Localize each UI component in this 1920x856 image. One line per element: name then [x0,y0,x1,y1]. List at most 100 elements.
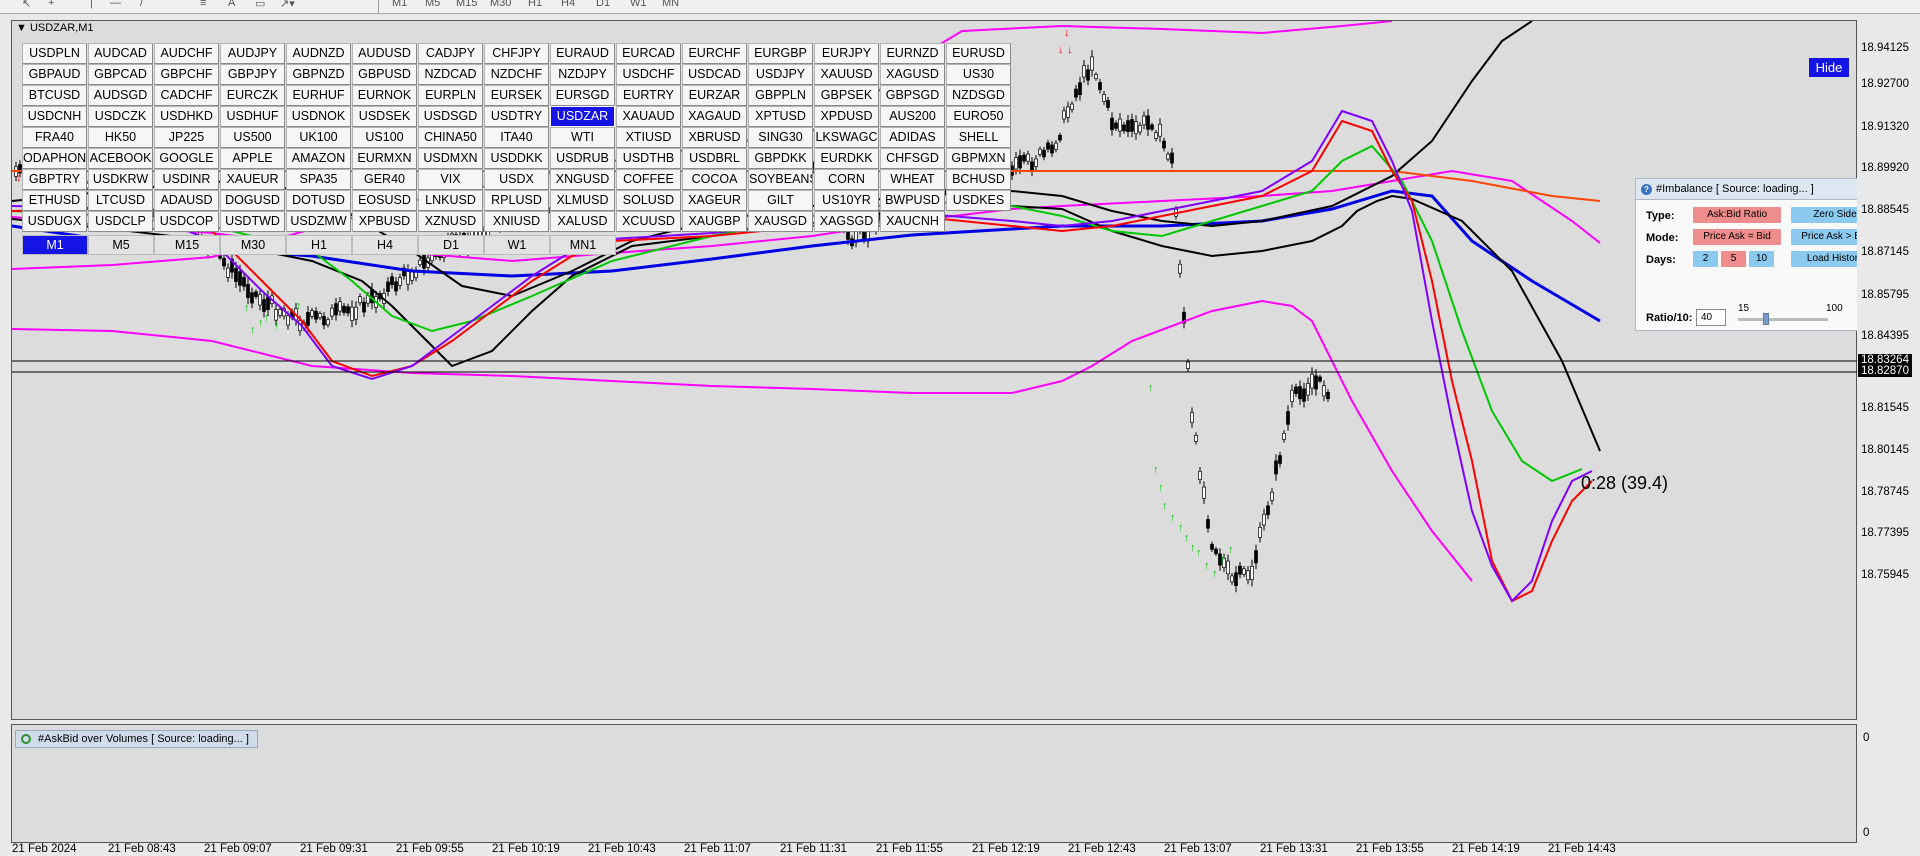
symbol-button-rplusd[interactable]: RPLUSD [484,190,549,211]
symbol-button-eurhuf[interactable]: EURHUF [286,85,351,106]
ratio-slider-thumb[interactable] [1763,313,1769,325]
symbol-button-eurpln[interactable]: EURPLN [418,85,483,106]
toolbar-tf-m15[interactable]: M15 [456,0,477,9]
symbol-button-xpdusd[interactable]: XPDUSD [814,106,879,127]
symbol-button-us100[interactable]: US100 [352,127,417,148]
symbol-button-xptusd[interactable]: XPTUSD [748,106,813,127]
symbol-button-coffee[interactable]: COFFEE [616,169,681,190]
toolbar-tf-mn[interactable]: MN [662,0,679,9]
horizontal-line-icon[interactable]: — [110,0,121,9]
timeframe-button-m1[interactable]: M1 [22,235,88,255]
symbol-button-usdugx[interactable]: USDUGX [22,211,87,232]
symbol-button-eurdkk[interactable]: EURDKK [814,148,879,169]
symbol-button-xpbusd[interactable]: XPBUSD [352,211,417,232]
symbol-button-gbpsek[interactable]: GBPSEK [814,85,879,106]
symbol-button-xauaud[interactable]: XAUAUD [616,106,681,127]
symbol-button-eurgbp[interactable]: EURGBP [748,43,813,64]
ratio-slider-track[interactable] [1738,318,1828,321]
time-axis[interactable]: 21 Feb 2024 21 Feb 08:43 21 Feb 09:07 21 Fe… [0,843,1920,856]
days-10-button[interactable]: 10 [1749,251,1774,267]
symbol-button-gbpusd[interactable]: GBPUSD [352,64,417,85]
symbol-button-amazon[interactable]: AMAZON [286,148,351,169]
symbol-button-eosusd[interactable]: EOSUSD [352,190,417,211]
symbol-button-eurnok[interactable]: EURNOK [352,85,417,106]
symbol-button-chfsgd[interactable]: CHFSGD [880,148,945,169]
toolbar-tf-h1[interactable]: H1 [528,0,542,9]
symbol-button-bwpusd[interactable]: BWPUSD [880,190,945,211]
symbol-button-gbpcad[interactable]: GBPCAD [88,64,153,85]
symbol-button-euraud[interactable]: EURAUD [550,43,615,64]
text-icon[interactable]: A [228,0,235,9]
symbol-button-chfjpy[interactable]: CHFJPY [484,43,549,64]
vertical-line-icon[interactable]: | [90,0,93,9]
symbol-button-gbpmxn[interactable]: GBPMXN [946,148,1011,169]
symbol-button-bchusd[interactable]: BCHUSD [946,169,1011,190]
symbol-button-us30[interactable]: US30 [946,64,1011,85]
askbid-volume-pane[interactable]: #AskBid over Volumes [ Source: loading..… [11,724,1857,843]
symbol-button-dogusd[interactable]: DOGUSD [220,190,285,211]
symbol-button-usdsek[interactable]: USDSEK [352,106,417,127]
symbol-button-ltcusd[interactable]: LTCUSD [88,190,153,211]
toolbar-tf-m30[interactable]: M30 [490,0,511,9]
symbol-button-usdkes[interactable]: USDKES [946,190,1011,211]
symbol-button-xngusd[interactable]: XNGUSD [550,169,615,190]
symbol-button-acebook[interactable]: ACEBOOK [88,148,153,169]
symbol-button-audsgd[interactable]: AUDSGD [88,85,153,106]
days-5-button[interactable]: 5 [1721,251,1746,267]
mode-ask-equal-bid-button[interactable]: Price Ask = Bid [1693,229,1781,245]
toolbar-tf-m5[interactable]: M5 [425,0,440,9]
symbol-button-eursgd[interactable]: EURSGD [550,85,615,106]
trendline-icon[interactable]: / [140,0,143,9]
symbol-button-apple[interactable]: APPLE [220,148,285,169]
crosshair-icon[interactable]: + [48,0,54,9]
symbol-button-usdtwd[interactable]: USDTWD [220,211,285,232]
symbol-button-wti[interactable]: WTI [550,127,615,148]
symbol-button-cadchf[interactable]: CADCHF [154,85,219,106]
symbol-button-btcusd[interactable]: BTCUSD [22,85,87,106]
symbol-button-xausgd[interactable]: XAUSGD [748,211,813,232]
symbol-button-usdthb[interactable]: USDTHB [616,148,681,169]
symbol-button-eurmxn[interactable]: EURMXN [352,148,417,169]
symbol-button-audnzd[interactable]: AUDNZD [286,43,351,64]
hide-button[interactable]: Hide [1809,58,1849,77]
timeframe-button-m5[interactable]: M5 [88,235,154,255]
symbol-button-gbppln[interactable]: GBPPLN [748,85,813,106]
toolbar-tf-m1[interactable]: M1 [392,0,407,9]
symbol-button-spa35[interactable]: SPA35 [286,169,351,190]
symbol-button-xbrusd[interactable]: XBRUSD [682,127,747,148]
timeframe-button-h1[interactable]: H1 [286,235,352,255]
symbol-button-china50[interactable]: CHINA50 [418,127,483,148]
symbol-button-eurchf[interactable]: EURCHF [682,43,747,64]
mode-ask-greater-bid-button[interactable]: Price Ask > Bid [1791,229,1858,245]
symbol-button-usdcop[interactable]: USDCOP [154,211,219,232]
timeframe-button-h4[interactable]: H4 [352,235,418,255]
type-askbid-ratio-button[interactable]: Ask:Bid Ratio [1693,207,1781,223]
symbol-button-shell[interactable]: SHELL [946,127,1011,148]
symbol-button-usdchf[interactable]: USDCHF [616,64,681,85]
collapse-icon[interactable]: ▼ [16,22,30,34]
symbol-button-vix[interactable]: VIX [418,169,483,190]
symbol-button-audcad[interactable]: AUDCAD [88,43,153,64]
symbol-button-wheat[interactable]: WHEAT [880,169,945,190]
symbol-button-usdpln[interactable]: USDPLN [22,43,87,64]
symbol-button-audchf[interactable]: AUDCHF [154,43,219,64]
symbol-button-gbpnzd[interactable]: GBPNZD [286,64,351,85]
days-2-button[interactable]: 2 [1693,251,1718,267]
symbol-button-eurcad[interactable]: EURCAD [616,43,681,64]
symbol-button-usdrub[interactable]: USDRUB [550,148,615,169]
help-icon[interactable]: ? [1641,184,1652,195]
symbol-button-lkswagc[interactable]: LKSWAGC [814,127,879,148]
symbol-button-eurjpy[interactable]: EURJPY [814,43,879,64]
symbol-button-us10yr[interactable]: US10YR [814,190,879,211]
symbol-button-soybeans[interactable]: SOYBEANS [748,169,813,190]
symbol-button-usdmxn[interactable]: USDMXN [418,148,483,169]
symbol-button-xagaud[interactable]: XAGAUD [682,106,747,127]
symbol-button-audjpy[interactable]: AUDJPY [220,43,285,64]
symbol-button-lnkusd[interactable]: LNKUSD [418,190,483,211]
symbol-button-usdcad[interactable]: USDCAD [682,64,747,85]
symbol-button-uk100[interactable]: UK100 [286,127,351,148]
symbol-button-usdinr[interactable]: USDINR [154,169,219,190]
symbol-button-gbpdkk[interactable]: GBPDKK [748,148,813,169]
symbol-button-gbpaud[interactable]: GBPAUD [22,64,87,85]
symbol-button-google[interactable]: GOOGLE [154,148,219,169]
